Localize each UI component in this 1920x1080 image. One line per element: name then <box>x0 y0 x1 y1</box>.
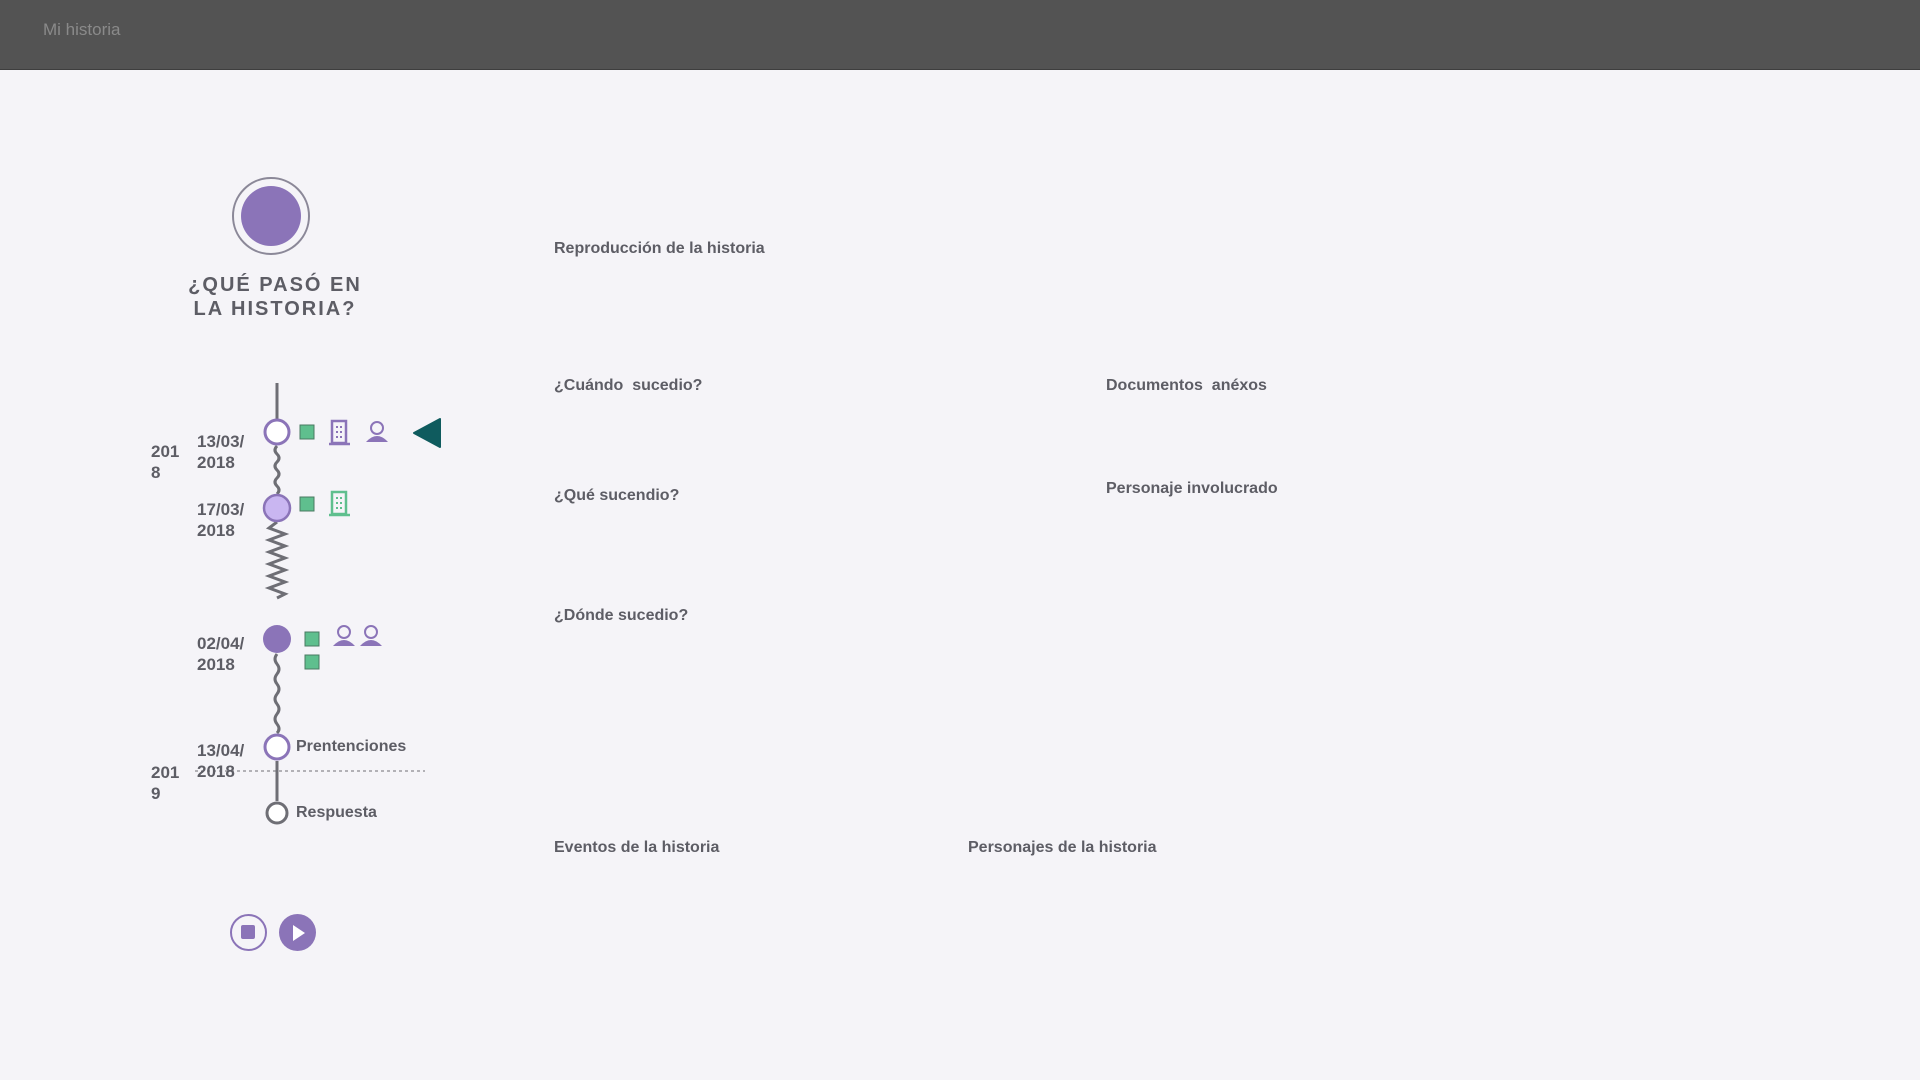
characters-label: Personajes de la historia <box>968 839 1157 856</box>
where-label: ¿Dónde sucedio? <box>554 607 689 624</box>
person-icon <box>366 421 388 442</box>
play-button[interactable] <box>279 914 316 951</box>
timeline-node <box>263 625 291 653</box>
play-icon <box>293 925 305 941</box>
building-icon <box>329 419 350 446</box>
pointer-icon <box>413 418 441 448</box>
document-icon <box>304 654 320 670</box>
timeline-segment <box>273 653 281 735</box>
timeline-node <box>265 801 289 825</box>
person-icon <box>360 625 382 646</box>
event-label[interactable]: Respuesta <box>296 804 377 822</box>
event-date[interactable]: 13/04/2018 <box>197 740 253 782</box>
timeline-node <box>262 493 292 523</box>
event-date[interactable]: 17/03/2018 <box>197 499 253 541</box>
year-label: 2018 <box>151 442 180 482</box>
document-icon <box>299 496 315 512</box>
character-label: Personaje involucrado <box>1106 480 1278 497</box>
stop-icon <box>241 925 255 939</box>
documents-label: Documentos anéxos <box>1106 377 1267 394</box>
what-label: ¿Qué sucendio? <box>554 487 680 504</box>
event-label[interactable]: Prentenciones <box>296 738 406 756</box>
event-date[interactable]: 13/03/2018 <box>197 431 253 473</box>
document-icon <box>299 424 315 440</box>
timeline-node <box>263 733 291 761</box>
document-icon <box>304 631 320 647</box>
events-label: Eventos de la historia <box>554 839 720 856</box>
timeline-node <box>263 418 291 446</box>
person-icon <box>333 625 355 646</box>
stop-button[interactable] <box>230 914 267 951</box>
event-date[interactable]: 02/04/2018 <box>197 633 253 675</box>
year-label: 2019 <box>151 763 180 803</box>
building-icon <box>329 490 350 517</box>
timeline-segment <box>273 444 281 496</box>
playback-title: Reproducción de la historia <box>554 240 765 257</box>
when-label: ¿Cuándo sucedio? <box>554 377 703 394</box>
timeline-segment <box>264 520 290 600</box>
